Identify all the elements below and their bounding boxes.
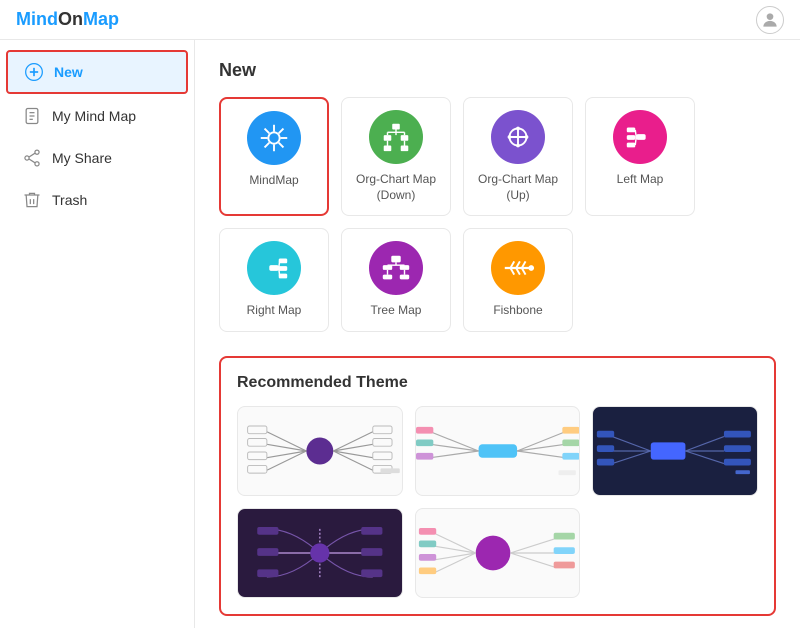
logo-text: Mind — [16, 9, 58, 30]
theme-card-3[interactable] — [592, 406, 758, 496]
trash-icon — [22, 190, 42, 210]
template-mindmap[interactable]: MindMap — [219, 97, 329, 216]
template-right-map[interactable]: Right Map — [219, 228, 329, 332]
app-logo: MindOnMap — [16, 9, 119, 30]
template-left-map[interactable]: Left Map — [585, 97, 695, 216]
file-icon — [22, 106, 42, 126]
template-org-up[interactable]: Org-Chart Map (Up) — [463, 97, 573, 216]
templates-grid: MindMap Org-Chart Map(Down) Org-Chart Ma… — [219, 97, 776, 332]
left-map-icon — [613, 110, 667, 164]
left-map-label: Left Map — [617, 172, 664, 188]
recommended-title: Recommended Theme — [237, 374, 758, 392]
right-map-icon — [247, 241, 301, 295]
new-section-title: New — [219, 60, 776, 81]
themes-grid — [237, 406, 758, 598]
user-avatar[interactable] — [756, 6, 784, 34]
mindmap-label: MindMap — [249, 173, 298, 189]
share-icon — [22, 148, 42, 168]
tree-map-icon — [369, 241, 423, 295]
theme-card-5[interactable] — [415, 508, 581, 598]
template-fishbone[interactable]: Fishbone — [463, 228, 573, 332]
sidebar-item-trash[interactable]: Trash — [6, 180, 188, 220]
sidebar: New My Mind Map My Share Trash — [0, 40, 195, 628]
app-header: MindOnMap — [0, 0, 800, 40]
right-map-label: Right Map — [247, 303, 302, 319]
template-org-down[interactable]: Org-Chart Map(Down) — [341, 97, 451, 216]
mindmap-icon — [247, 111, 301, 165]
theme-card-4[interactable] — [237, 508, 403, 598]
sidebar-item-my-mind-map[interactable]: My Mind Map — [6, 96, 188, 136]
sidebar-trash-label: Trash — [52, 192, 87, 208]
org-up-icon — [491, 110, 545, 164]
theme-card-2[interactable] — [415, 406, 581, 496]
tree-map-label: Tree Map — [371, 303, 422, 319]
sidebar-my-mind-map-label: My Mind Map — [52, 108, 136, 124]
org-up-label: Org-Chart Map (Up) — [472, 172, 564, 203]
org-down-icon — [369, 110, 423, 164]
main-layout: New My Mind Map My Share Trash New — [0, 40, 800, 628]
fishbone-icon — [491, 241, 545, 295]
theme-card-1[interactable] — [237, 406, 403, 496]
org-down-label: Org-Chart Map(Down) — [356, 172, 436, 203]
plus-icon — [24, 62, 44, 82]
sidebar-my-share-label: My Share — [52, 150, 112, 166]
sidebar-item-my-share[interactable]: My Share — [6, 138, 188, 178]
sidebar-new-label: New — [54, 64, 83, 80]
sidebar-item-new[interactable]: New — [6, 50, 188, 94]
content-area: New MindMap Org-Chart Map(Down) — [195, 40, 800, 628]
recommended-section: Recommended Theme — [219, 356, 776, 616]
fishbone-label: Fishbone — [493, 303, 542, 319]
template-tree-map[interactable]: Tree Map — [341, 228, 451, 332]
